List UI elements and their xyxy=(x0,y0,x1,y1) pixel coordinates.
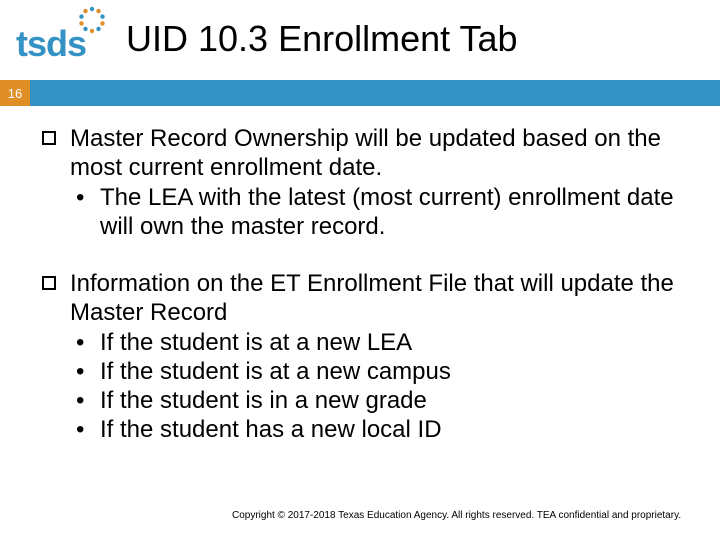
dot-bullet-icon: • xyxy=(76,183,100,212)
square-bullet-icon xyxy=(42,131,56,145)
sub-bullet-item: • If the student has a new local ID xyxy=(76,415,690,444)
sub-bullet-text: If the student has a new local ID xyxy=(100,415,690,444)
dot-bullet-icon: • xyxy=(76,357,100,386)
divider-bar xyxy=(0,80,720,106)
slide-title: UID 10.3 Enrollment Tab xyxy=(126,18,518,60)
sub-bullet-item: • If the student is at a new LEA xyxy=(76,328,690,357)
svg-text:tsds: tsds xyxy=(16,23,86,64)
dot-bullet-icon: • xyxy=(76,415,100,444)
copyright-footer: Copyright © 2017-2018 Texas Education Ag… xyxy=(232,510,692,523)
sub-bullet-text: If the student is at a new campus xyxy=(100,357,690,386)
tsds-logo: tsds xyxy=(16,6,118,64)
dot-bullet-icon: • xyxy=(76,386,100,415)
sub-bullet-text: If the student is at a new LEA xyxy=(100,328,690,357)
dot-bullet-icon: • xyxy=(76,328,100,357)
sub-bullet-item: • If the student is at a new campus xyxy=(76,357,690,386)
page-number: 16 xyxy=(0,80,30,106)
sub-bullet-item: • The LEA with the latest (most current)… xyxy=(76,183,690,242)
slide-header: tsds UID 10.3 Enrollment Tab xyxy=(0,0,720,78)
bullet-text: Information on the ET Enrollment File th… xyxy=(70,269,690,328)
bullet-text: Master Record Ownership will be updated … xyxy=(70,124,690,183)
slide-content: Master Record Ownership will be updated … xyxy=(42,124,690,473)
square-bullet-icon xyxy=(42,276,56,290)
sub-bullet-text: The LEA with the latest (most current) e… xyxy=(100,183,690,242)
bullet-item: Master Record Ownership will be updated … xyxy=(42,124,690,241)
sub-bullet-text: If the student is in a new grade xyxy=(100,386,690,415)
bullet-item: Information on the ET Enrollment File th… xyxy=(42,269,690,445)
sub-bullet-item: • If the student is in a new grade xyxy=(76,386,690,415)
